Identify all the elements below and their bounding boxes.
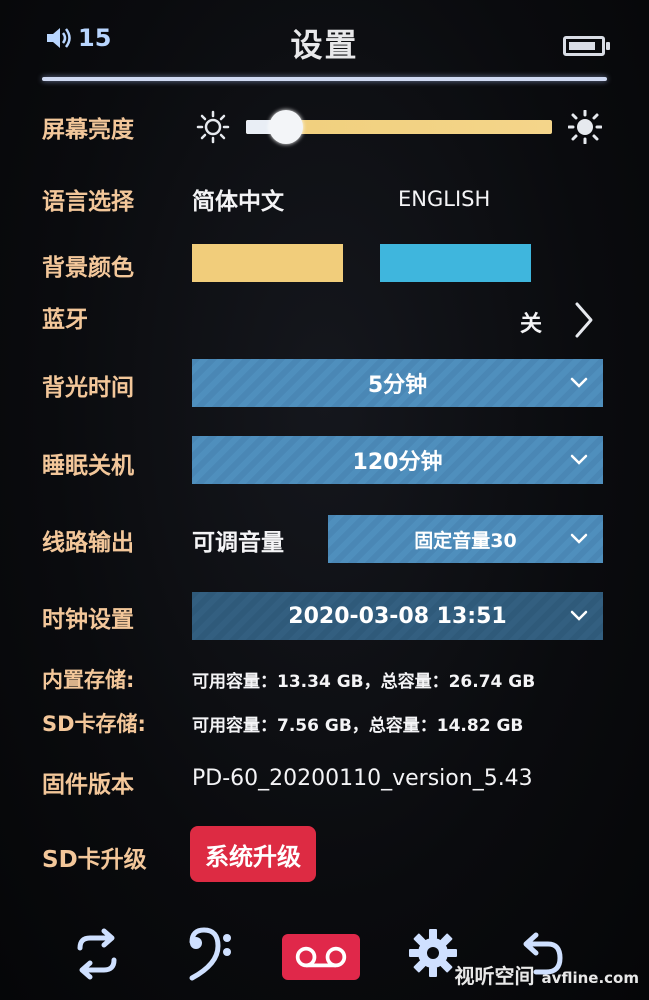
backlight-value: 5分钟 <box>367 373 428 398</box>
language-label: 语言选择 <box>42 189 134 215</box>
internal-storage-label: 内置存储: <box>42 668 135 692</box>
clock-value: 2020-03-08 13:51 <box>288 603 507 629</box>
background-color-swatch-yellow[interactable] <box>192 244 343 282</box>
repeat-icon[interactable] <box>70 928 124 980</box>
line-out-value: 固定音量30 <box>414 529 517 552</box>
backlight-label: 背光时间 <box>42 375 134 401</box>
system-upgrade-button[interactable]: 系统升级 <box>190 826 316 882</box>
watermark-cn: 视听空间 <box>454 964 535 988</box>
settings-screen: 15 设置 屏幕亮度 语言选择 简体中文 ENGLISH 背景颜色 蓝牙 关 背… <box>0 0 649 1000</box>
cassette-icon[interactable] <box>282 934 360 980</box>
chevron-down-icon <box>570 610 588 621</box>
line-out-mode[interactable]: 可调音量 <box>192 523 284 557</box>
backlight-dropdown[interactable]: 5分钟 <box>192 359 603 407</box>
brightness-label: 屏幕亮度 <box>42 117 134 143</box>
watermark-url: avfline.com <box>541 969 639 987</box>
sleep-label: 睡眠关机 <box>42 453 134 479</box>
sd-storage-value: 可用容量：7.56 GB，总容量：14.82 GB <box>192 716 524 736</box>
bluetooth-status: 关 <box>520 312 543 337</box>
sd-storage-label: SD卡存储: <box>42 712 146 736</box>
firmware-version: PD-60_20200110_version_5.43 <box>192 766 533 791</box>
bluetooth-label: 蓝牙 <box>42 307 88 333</box>
battery-icon <box>563 36 610 56</box>
chevron-right-icon[interactable] <box>572 300 596 340</box>
gear-icon[interactable] <box>408 928 458 978</box>
line-out-dropdown[interactable]: 固定音量30 <box>328 515 603 563</box>
background-color-label: 背景颜色 <box>42 255 134 281</box>
language-option-english[interactable]: ENGLISH <box>398 187 490 211</box>
sun-dim-icon <box>196 110 230 144</box>
background-color-swatch-blue[interactable] <box>380 244 531 282</box>
page-title: 设置 <box>290 26 359 64</box>
watermark: 视听空间 avfline.com <box>454 960 639 989</box>
battery-fill <box>569 42 595 50</box>
sd-upgrade-label: SD卡升级 <box>42 847 147 873</box>
header-divider <box>42 77 607 81</box>
tape-reels-icon <box>295 946 347 968</box>
chevron-down-icon <box>570 454 588 465</box>
clock-label: 时钟设置 <box>42 607 134 633</box>
brightness-slider-knob[interactable] <box>268 110 303 144</box>
chevron-down-icon <box>570 533 588 544</box>
language-option-chinese[interactable]: 简体中文 <box>192 182 284 216</box>
line-out-label: 线路输出 <box>42 530 134 556</box>
sleep-dropdown[interactable]: 120分钟 <box>192 436 603 484</box>
bass-clef-icon[interactable] <box>184 924 234 982</box>
firmware-label: 固件版本 <box>42 772 134 798</box>
sleep-value: 120分钟 <box>352 450 443 475</box>
chevron-down-icon <box>570 377 588 388</box>
internal-storage-value: 可用容量：13.34 GB，总容量：26.74 GB <box>192 672 536 692</box>
clock-dropdown[interactable]: 2020-03-08 13:51 <box>192 592 603 640</box>
sun-bright-icon <box>568 110 602 144</box>
